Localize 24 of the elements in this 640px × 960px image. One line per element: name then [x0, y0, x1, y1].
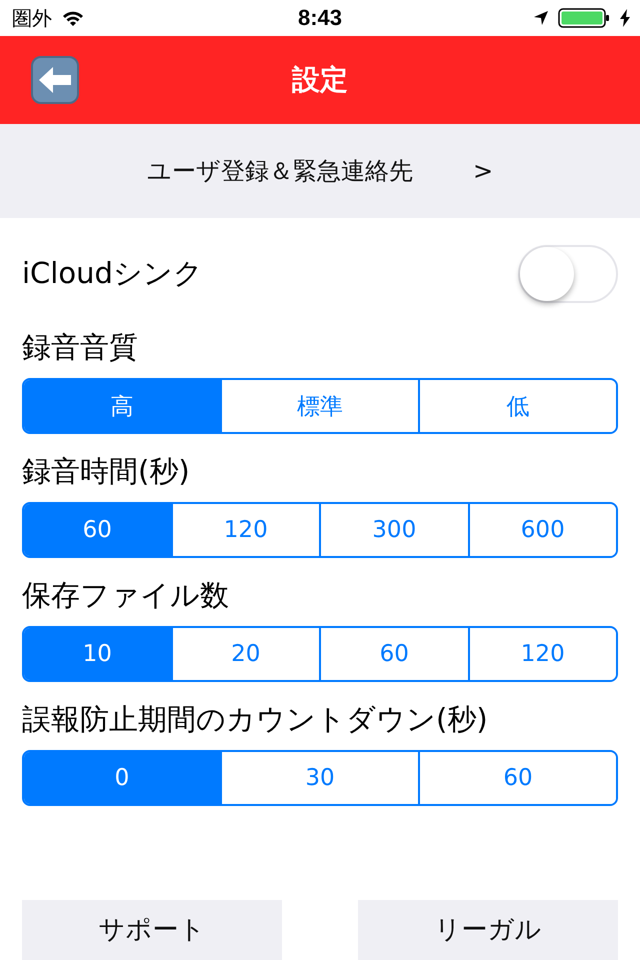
battery-icon [558, 8, 610, 28]
segment-option[interactable]: 60 [24, 504, 170, 556]
wifi-icon [62, 10, 84, 26]
segment-option[interactable]: 10 [24, 628, 170, 680]
footer-button[interactable]: リーガル [358, 900, 618, 960]
location-arrow-icon [534, 11, 548, 25]
section-title: 保存ファイル数 [22, 577, 230, 614]
icloud-toggle[interactable] [518, 245, 618, 303]
segment-option[interactable]: 600 [468, 504, 616, 556]
section-title: 誤報防止期間のカウントダウン(秒) [22, 701, 489, 738]
section-title: 録音音質 [22, 329, 139, 366]
segment-option[interactable]: 高 [24, 380, 220, 432]
charging-bolt-icon [620, 9, 630, 27]
icloud-sync-label: iCloudシンク [22, 255, 203, 292]
segment-option[interactable]: 低 [418, 380, 616, 432]
segment-option[interactable]: 0 [24, 752, 220, 804]
carrier-text: 圏外 [12, 4, 52, 32]
user-registration-row[interactable]: ユーザ登録＆緊急連絡先 > [0, 124, 640, 218]
footer-button[interactable]: サポート [22, 900, 282, 960]
status-time: 8:43 [298, 5, 342, 31]
segment-option[interactable]: 120 [468, 628, 616, 680]
section-title: 録音時間(秒) [22, 453, 191, 490]
nav-title: 設定 [292, 62, 348, 98]
segment-option[interactable]: 60 [418, 752, 616, 804]
